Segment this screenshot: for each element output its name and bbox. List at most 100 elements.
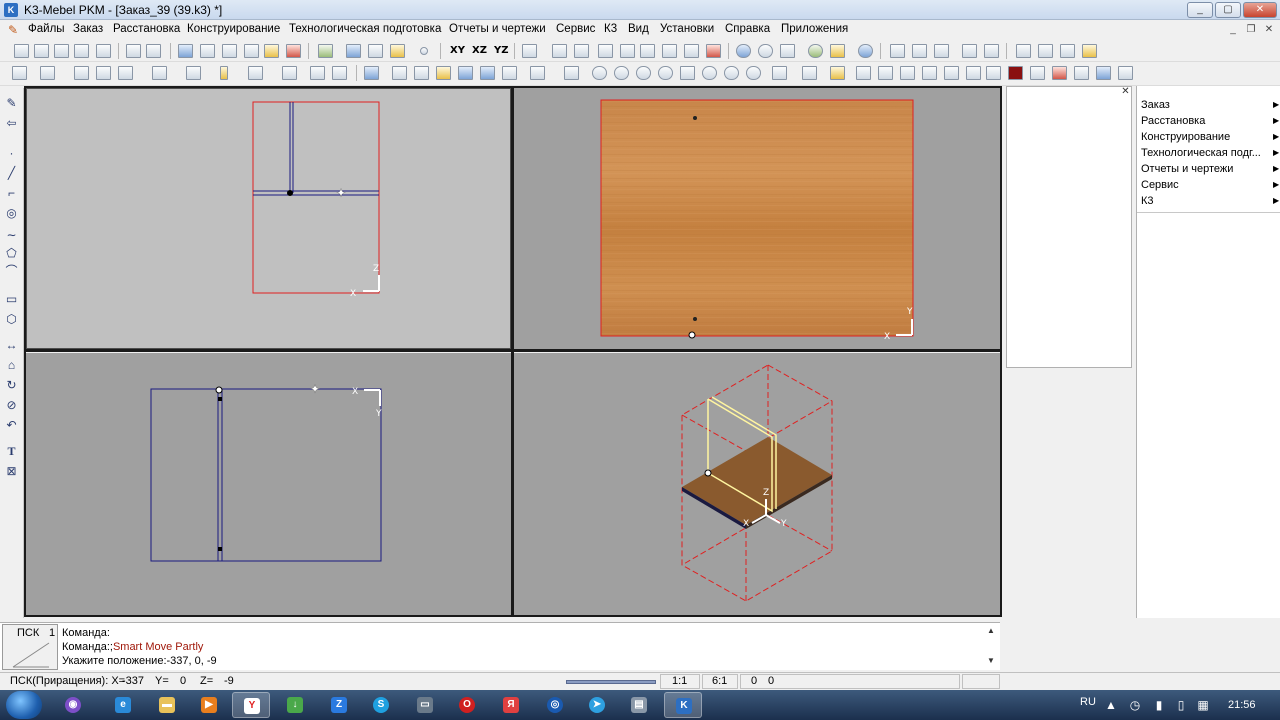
panel-icon[interactable] [152,66,167,80]
cube-back-icon[interactable] [944,66,959,80]
right-menu-order[interactable]: Заказ [1141,99,1170,111]
rotate-tool-icon[interactable]: ↻ [4,378,19,392]
hexagon-tool-icon[interactable]: ⬡ [4,312,19,326]
color-icon[interactable] [346,44,361,58]
grid-icon[interactable] [12,66,27,80]
stop-icon[interactable] [96,44,111,58]
tray-expand-icon[interactable]: ▲ [1104,698,1118,712]
text-tool-icon[interactable]: T [4,444,19,458]
task-download[interactable]: ↓ [276,692,314,718]
dim-vertical-icon[interactable] [574,44,589,58]
print-doc-icon[interactable] [962,44,977,58]
right-menu-k3[interactable]: К3 [1141,195,1154,207]
hierarchy-icon[interactable] [318,44,333,58]
task-opera[interactable]: O [448,692,486,718]
app-icon[interactable]: K [4,3,18,17]
task-explorer[interactable]: ▬ [148,692,186,718]
dimension-tool-icon[interactable]: ↔ [4,338,19,352]
ucs-indicator[interactable]: ПСК 1 [2,624,58,670]
tray-clock-icon[interactable]: ◷ [1128,698,1142,712]
polyline-tool-icon[interactable]: ⌐ [4,186,19,200]
cube-left-icon[interactable] [900,66,915,80]
settings-icon[interactable] [758,44,773,58]
solid-icon[interactable] [1096,66,1111,80]
table-icon[interactable] [364,66,379,80]
task-app-z[interactable]: Z [320,692,358,718]
menu-k3[interactable]: К3 [604,23,617,35]
fill-tool-icon[interactable]: ⌂ [4,358,19,372]
dim-chain-icon[interactable] [684,44,699,58]
wire-frame-icon[interactable] [1118,66,1133,80]
info-icon[interactable] [858,44,873,58]
box-shaded-icon[interactable] [436,66,451,80]
pencil-tool-icon[interactable]: ✎ [4,96,19,110]
viewport-side[interactable]: ✦ X Y [26,353,511,615]
dowel-icon[interactable] [310,66,325,80]
zoom-prev-icon[interactable] [746,66,761,80]
right-menu-service[interactable]: Сервис [1141,179,1179,191]
tray-battery-icon[interactable]: ▯ [1174,698,1188,712]
spline-tool-icon[interactable]: ∼ [4,228,19,242]
erase-icon[interactable] [96,66,111,80]
print-icon[interactable] [126,44,141,58]
cut-icon[interactable] [222,44,237,58]
minimize-button[interactable]: _ [1187,2,1213,18]
task-tor[interactable]: ◉ [54,692,92,718]
right-menu-placement[interactable]: Расстановка [1141,115,1205,127]
point-icon[interactable] [420,47,428,55]
bulb-icon[interactable] [1082,44,1097,58]
tray-signal-icon[interactable]: ▮ [1152,698,1166,712]
maximize-button[interactable]: ▢ [1215,2,1241,18]
pan-icon[interactable] [680,66,695,80]
copy-icon[interactable] [244,44,259,58]
new-doc-icon[interactable] [890,44,905,58]
save-icon[interactable] [54,44,69,58]
mail-icon[interactable] [830,44,845,58]
zoom-window-icon[interactable] [658,66,673,80]
no-entry-tool-icon[interactable]: ⊘ [4,398,19,412]
task-files[interactable]: ▤ [620,692,658,718]
task-monitor[interactable]: ▭ [406,692,444,718]
menu-tech-prep[interactable]: Технологическая подготовка [289,23,441,35]
viewport-iso[interactable]: Z X Y [514,353,1000,615]
right-menu-tech-prep[interactable]: Технологическая подг... [1141,147,1261,159]
menu-service[interactable]: Сервис [556,23,595,35]
open-doc-icon[interactable] [912,44,927,58]
frame-icon[interactable] [522,44,537,58]
hat-icon[interactable] [118,66,133,80]
tray-network-icon[interactable]: ▦ [1196,698,1210,712]
mdi-close-button[interactable]: ✕ [1262,23,1276,37]
dim-delete-icon[interactable] [706,44,721,58]
viewport-top[interactable]: Y X [514,88,1000,351]
menu-settings[interactable]: Установки [660,23,714,35]
tray-language[interactable]: RU [1080,696,1096,708]
task-yandex-browser[interactable]: Я [492,692,530,718]
scroll-down-icon[interactable]: ▼ [987,656,995,665]
mdi-minimize-button[interactable]: _ [1226,23,1240,37]
help-icon[interactable] [736,44,751,58]
profile-icon[interactable] [248,66,263,80]
cube-top-icon[interactable] [856,66,871,80]
binoculars-icon[interactable] [780,44,795,58]
layers-icon[interactable] [368,44,383,58]
right-menu-reports[interactable]: Отчеты и чертежи [1141,163,1233,175]
print-preview-icon[interactable] [146,44,161,58]
zoom-icon[interactable] [592,66,607,80]
menu-apps[interactable]: Приложения [781,23,848,35]
task-chrome[interactable]: ◎ [536,692,574,718]
preview-doc-icon[interactable] [984,44,999,58]
close-button[interactable]: ✕ [1243,2,1277,18]
viewport-front[interactable]: ✦ Z X [26,88,511,349]
command-scrollbar[interactable]: ▲ ▼ [985,624,999,668]
menu-placement[interactable]: Расстановка [113,23,180,35]
menu-order[interactable]: Заказ [73,23,103,35]
cube-right-icon[interactable] [922,66,937,80]
rectangle-tool-icon[interactable]: ▭ [4,292,19,306]
point-tool-icon[interactable]: · [4,146,19,160]
tray-clock[interactable]: 21:56 [1228,699,1256,711]
menu-help[interactable]: Справка [725,23,770,35]
save-as-icon[interactable] [74,44,89,58]
cube-iso-icon[interactable] [986,66,1001,80]
tools-icon[interactable] [1016,44,1031,58]
arc-tool-icon[interactable]: ⌒ [4,264,19,278]
